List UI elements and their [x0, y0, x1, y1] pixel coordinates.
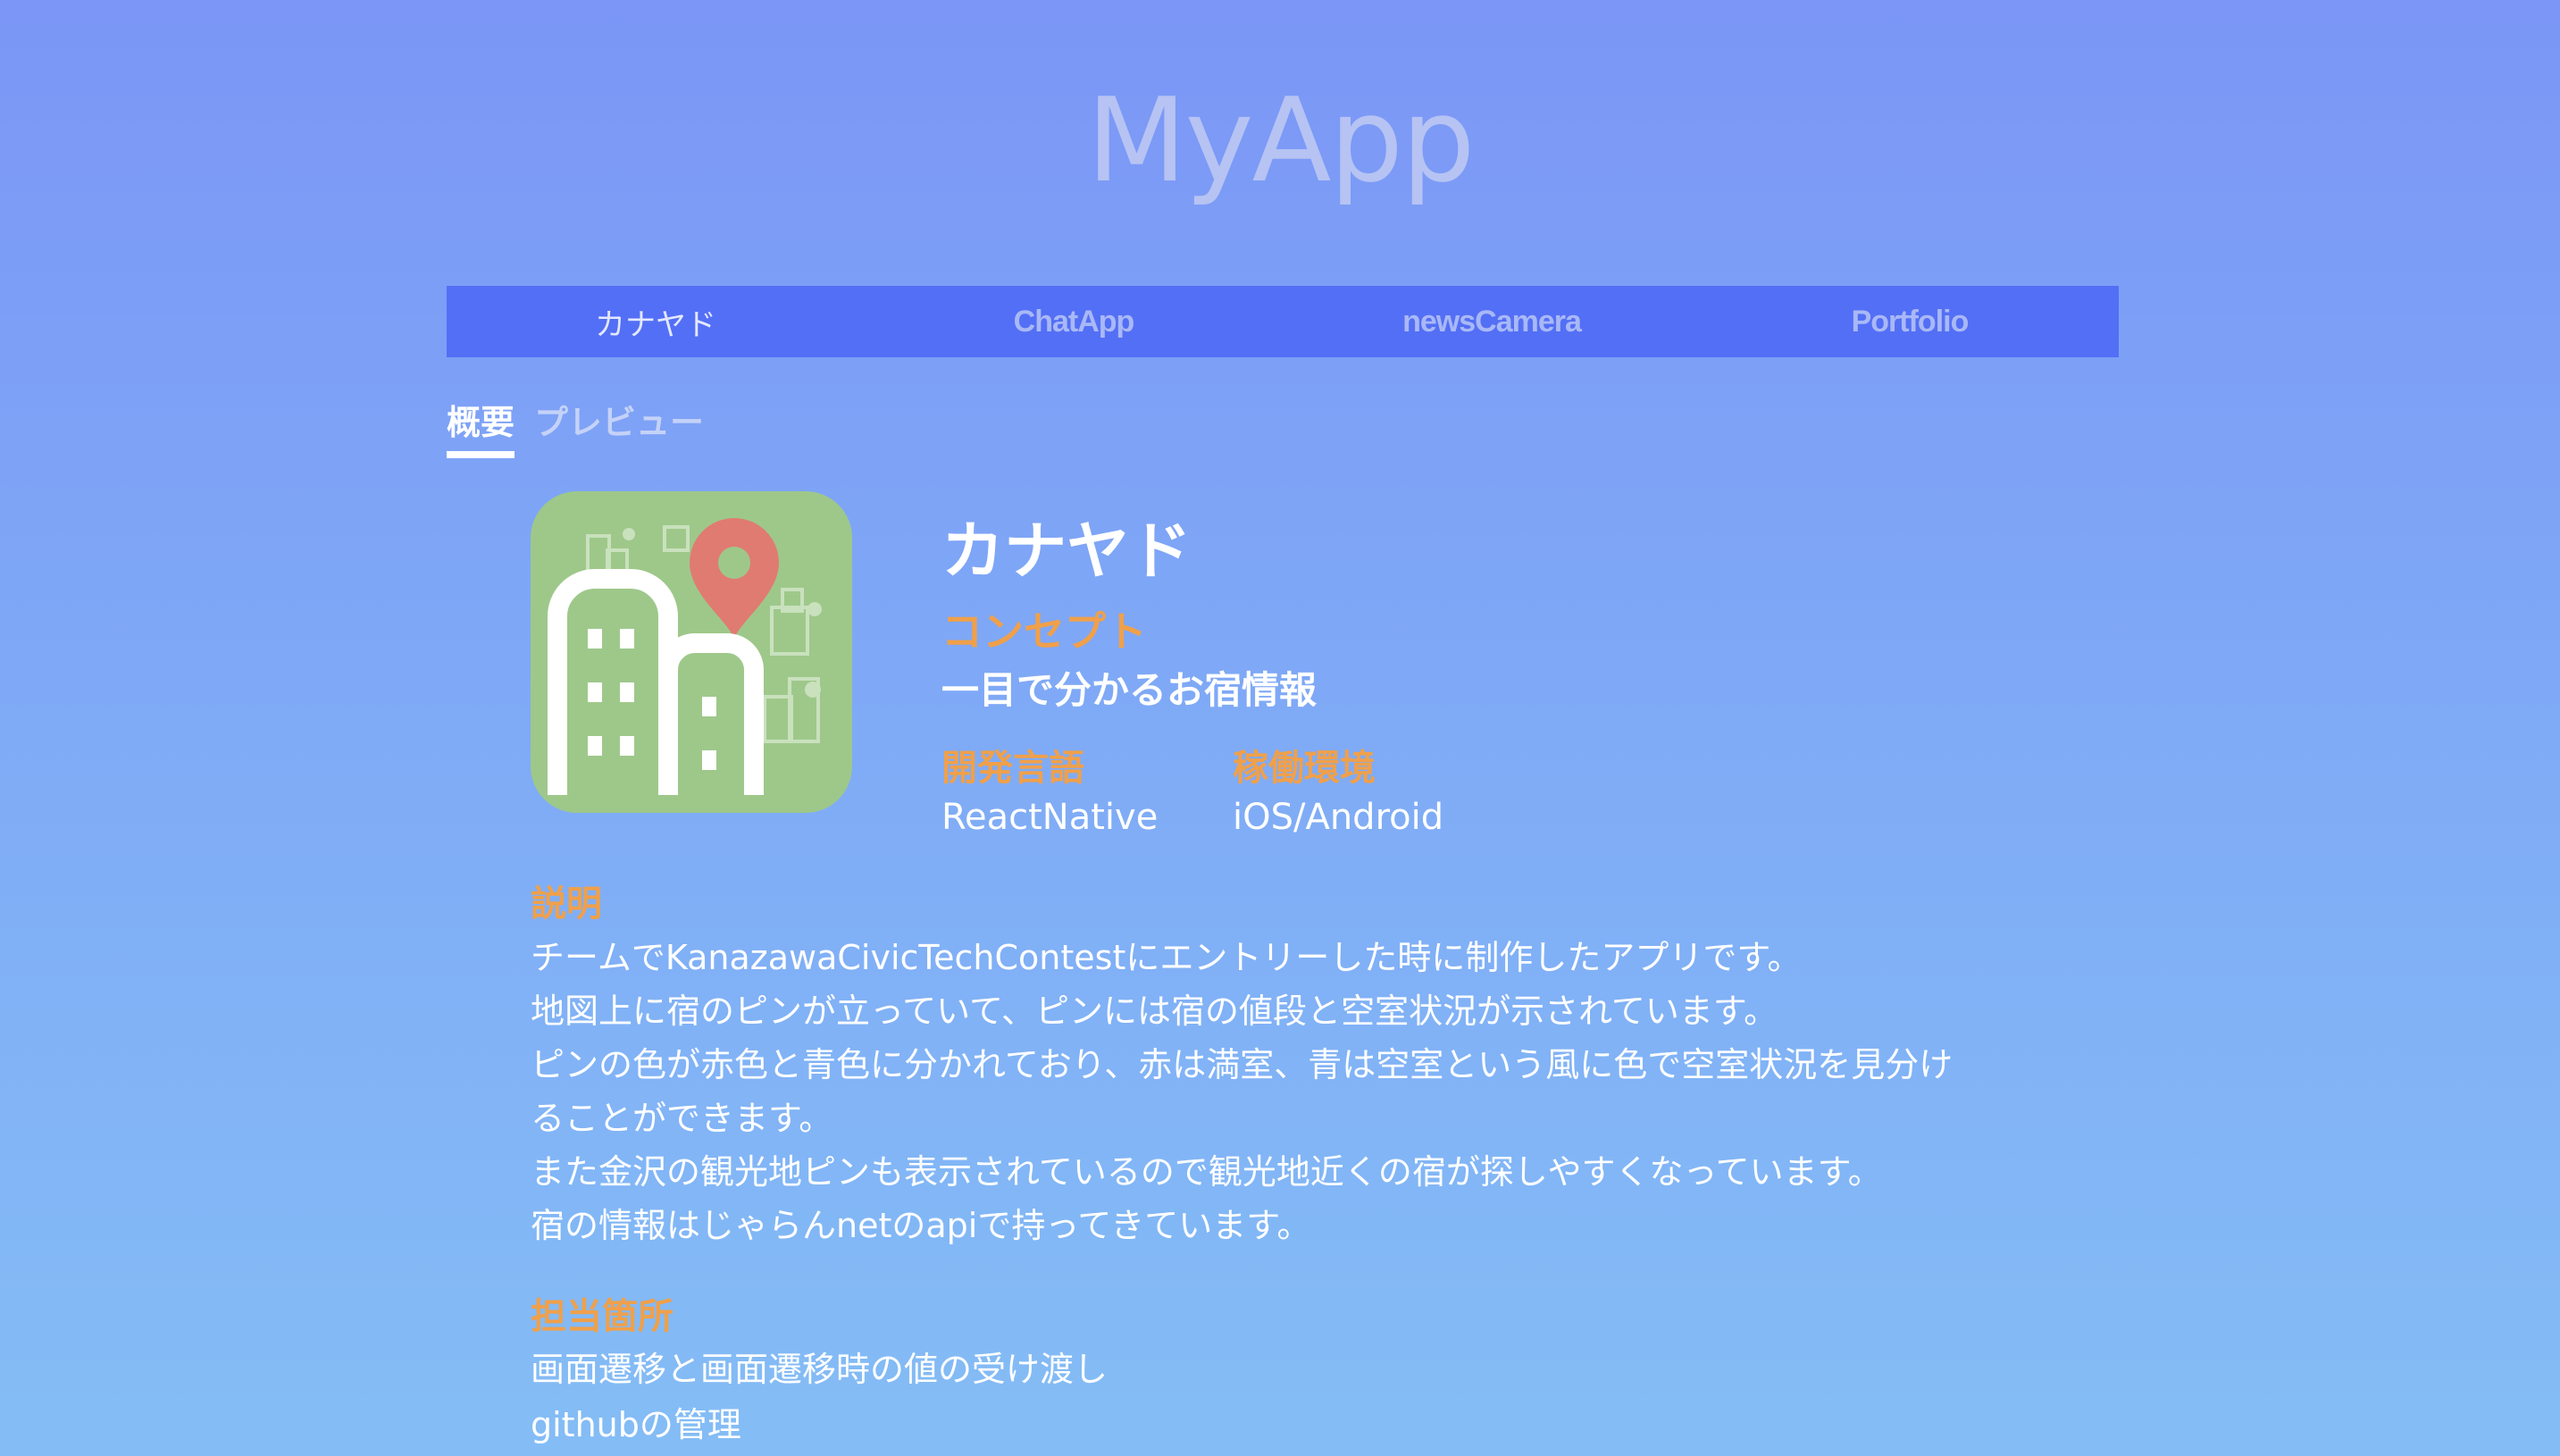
description-line: ピンの色が赤色と青色に分かれており、赤は満室、青は空室という風に色で空室状況を見… [531, 1045, 1953, 1084]
content-tabs: 概要 プレビュー [447, 395, 704, 458]
description-line: チームでKanazawaCivicTechContestにエントリーした時に制作… [531, 938, 1802, 977]
app-title: MyApp [1086, 72, 1475, 208]
description-line: 宿の情報はじゃらんnetのapiで持ってきています。 [531, 1206, 1311, 1245]
language-value: ReactNative [941, 797, 1159, 838]
tab-overview[interactable]: 概要 [447, 395, 515, 458]
responsibility-text: 画面遷移と画面遷移時の値の受け渡し githubの管理 [531, 1342, 1108, 1452]
description-line: 地図上に宿のピンが立っていて、ピンには宿の値段と空室状況が示されています。 [531, 992, 1778, 1031]
environment-value: iOS/Android [1233, 797, 1444, 838]
responsibility-label: 担当箇所 [531, 1296, 673, 1337]
concept-label: コンセプト [941, 607, 1147, 656]
concept-text: 一目で分かるお宿情報 [941, 668, 1318, 712]
nav-item-portfolio[interactable]: Portfolio [1701, 286, 2119, 357]
nav-item-chatapp[interactable]: ChatApp [865, 286, 1283, 357]
environment-label: 稼働環境 [1233, 748, 1376, 789]
tab-preview[interactable]: プレビュー [534, 395, 704, 458]
responsibility-line: 画面遷移と画面遷移時の値の受け渡し [531, 1350, 1108, 1389]
description-label: 説明 [531, 883, 602, 925]
nav-item-kanayado[interactable]: カナヤド [447, 286, 865, 357]
description-line: また金沢の観光地ピンも表示されているので観光地近くの宿が探しやすくなっています。 [531, 1152, 1882, 1192]
language-label: 開発言語 [941, 748, 1084, 789]
description-text: チームでKanazawaCivicTechContestにエントリーした時に制作… [531, 931, 2067, 1252]
top-nav: カナヤド ChatApp newsCamera Portfolio [447, 286, 2119, 357]
nav-item-newscamera[interactable]: newsCamera [1283, 286, 1701, 357]
responsibility-line: githubの管理 [531, 1405, 741, 1444]
app-name: カナヤド [941, 515, 1192, 588]
city-map-pin-icon [531, 491, 852, 813]
description-line: ることができます。 [531, 1099, 833, 1138]
